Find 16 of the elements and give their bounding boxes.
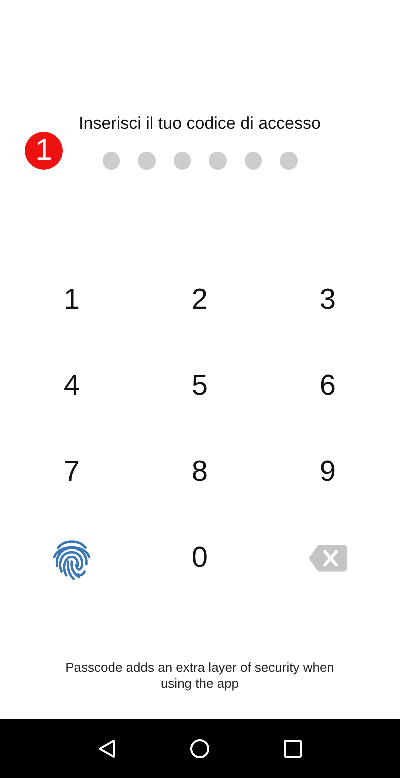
recents-icon[interactable]	[283, 738, 304, 758]
digit-key[interactable]: 6	[306, 366, 350, 407]
digit-key[interactable]: 5	[178, 366, 222, 407]
back-icon[interactable]	[96, 738, 117, 758]
digit-key[interactable]: 4	[50, 366, 94, 407]
digit-key[interactable]: 8	[178, 452, 222, 493]
digit-key[interactable]: 2	[178, 280, 222, 321]
info-text: Passcode adds an extra layer of security when using the app	[64, 660, 336, 692]
home-icon[interactable]	[190, 738, 210, 758]
digit-key[interactable]: 7	[50, 452, 94, 493]
prompt-text: Inserisci il tuo codice di accesso	[79, 113, 321, 135]
digit-key[interactable]: 1	[50, 280, 94, 321]
digit-key[interactable]: 9	[306, 452, 350, 493]
digit-key[interactable]: 0	[178, 538, 222, 579]
digit-key[interactable]: 3	[306, 280, 350, 321]
number-badge: 1	[25, 132, 63, 170]
